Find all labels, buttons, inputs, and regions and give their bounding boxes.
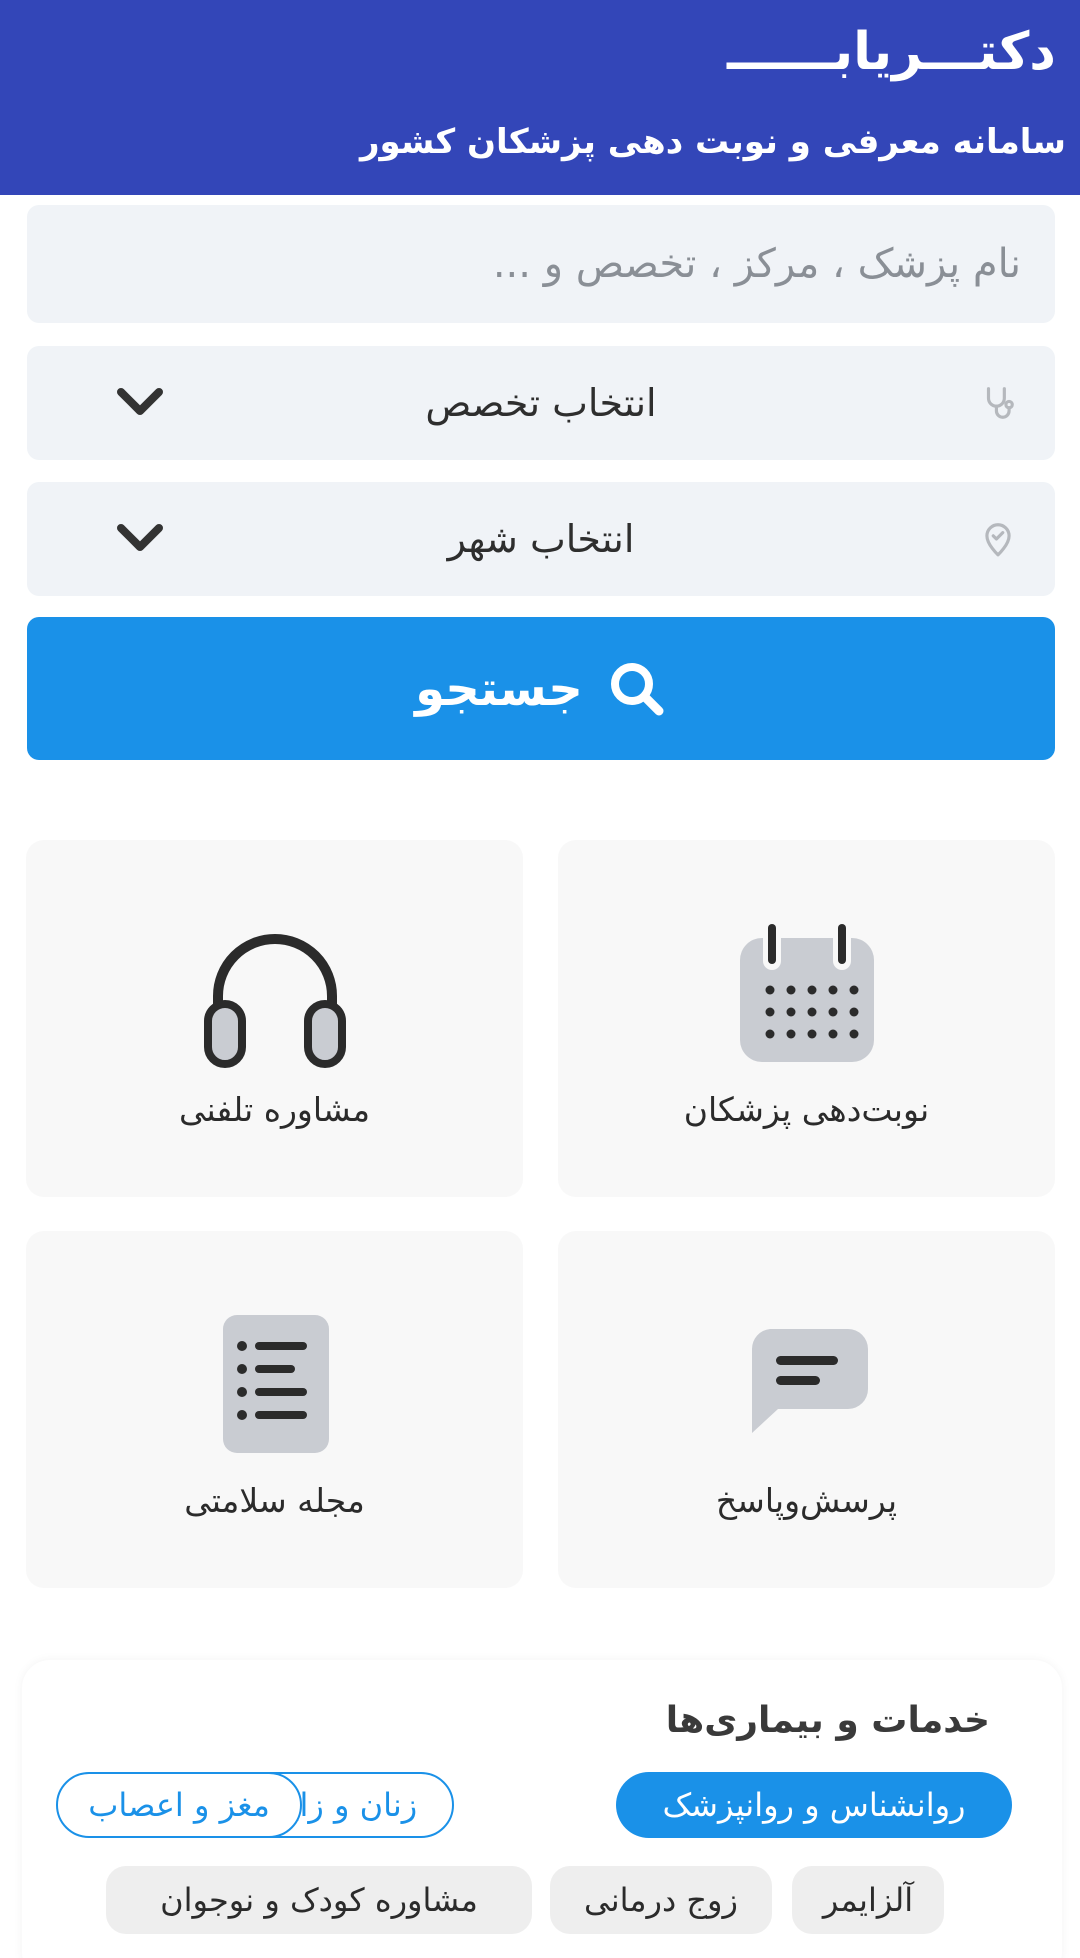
headphones-icon: [203, 934, 346, 1068]
search-icon: [610, 662, 664, 715]
phone-consultation-card-label: مشاوره تلفنی: [178, 1090, 371, 1129]
chevron-down-icon[interactable]: [115, 382, 165, 422]
search-button[interactable]: جستجو: [27, 617, 1055, 760]
chip-couple-therapy[interactable]: زوج درمانی: [550, 1866, 772, 1934]
chip-child-counseling[interactable]: مشاوره کودک و نوجوان: [106, 1866, 532, 1934]
phone-consultation-card[interactable]: مشاوره تلفنی: [26, 840, 523, 1197]
specialty-select[interactable]: انتخاب تخصص: [27, 346, 1055, 460]
health-magazine-card[interactable]: مجله سلامتی: [26, 1231, 523, 1588]
services-title: خدمات و بیماری‌ها: [665, 1700, 990, 1741]
chat-bubble-icon: [751, 1329, 868, 1433]
chip-psychology[interactable]: روانشناس و روانپزشک: [616, 1772, 1012, 1838]
app-header: دکتـــریابــــــ سامانه معرفی و نوبت دهی…: [0, 0, 1080, 195]
search-button-label: جستجو: [415, 660, 583, 717]
document-list-icon: [222, 1315, 329, 1453]
search-input[interactable]: [27, 205, 1055, 323]
city-select-label: انتخاب شهر: [447, 517, 635, 561]
calendar-icon: [739, 920, 874, 1062]
chevron-down-icon[interactable]: [115, 518, 165, 558]
city-select[interactable]: انتخاب شهر: [27, 482, 1055, 596]
chip-label: مغز و اعصاب: [88, 1786, 270, 1824]
chip-neurology[interactable]: مغز و اعصاب: [56, 1772, 302, 1838]
search-field[interactable]: [27, 205, 1055, 323]
chip-label: آلزایمر: [822, 1881, 914, 1919]
qa-card[interactable]: پرسش‌وپاسخ: [558, 1231, 1055, 1588]
qa-card-label: پرسش‌وپاسخ: [715, 1481, 898, 1520]
appointments-card-label: نوبت‌دهی پزشکان: [683, 1090, 930, 1129]
header-tagline: سامانه معرفی و نوبت دهی پزشکان کشور: [359, 122, 1066, 162]
services-section: خدمات و بیماری‌ها روانشناس و روانپزشک زن…: [22, 1660, 1062, 1958]
chip-label: زوج درمانی: [584, 1881, 738, 1919]
chip-label: مشاوره کودک و نوجوان: [160, 1881, 478, 1919]
specialty-select-label: انتخاب تخصص: [425, 381, 657, 425]
chip-label: روانشناس و روانپزشک: [662, 1786, 966, 1824]
appointments-card[interactable]: نوبت‌دهی پزشکان: [558, 840, 1055, 1197]
health-magazine-card-label: مجله سلامتی: [184, 1481, 365, 1520]
chip-alzheimer[interactable]: آلزایمر: [792, 1866, 944, 1934]
brand-logo-text[interactable]: دکتـــریابــــــ: [727, 22, 1056, 82]
